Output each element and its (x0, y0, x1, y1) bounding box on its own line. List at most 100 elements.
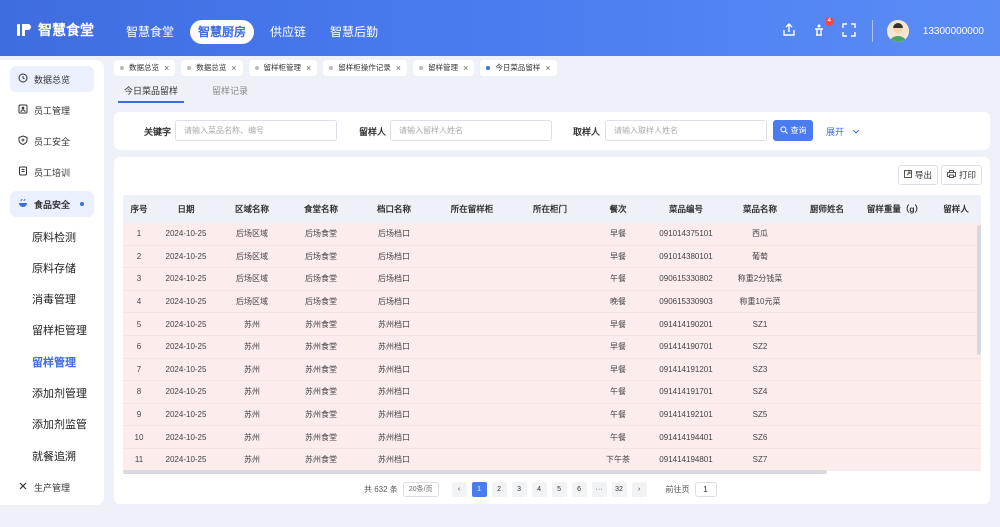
column-header: 食堂名称 (303, 204, 338, 214)
open-tab[interactable]: 数据总览 × (114, 60, 176, 76)
clock-icon (18, 73, 28, 85)
table-cell: 091414191701 (659, 387, 713, 397)
open-tab[interactable]: 数据总览 × (181, 60, 243, 76)
close-icon[interactable]: × (231, 60, 236, 76)
top-nav-item[interactable]: 供应链 (262, 20, 314, 44)
table-cell: 后场区域 (236, 229, 268, 239)
sampler-input[interactable]: 请输入留样人姓名 (390, 120, 552, 141)
vertical-scrollbar[interactable] (977, 225, 981, 355)
filter-panel: 关键字 请输入菜品名称、编号 留样人 请输入留样人姓名 取样人 请输入取样人姓名… (114, 112, 990, 150)
table-cell: 葡萄 (752, 251, 768, 261)
page-size-select[interactable]: 20条/页 (402, 482, 439, 497)
close-icon[interactable]: × (545, 60, 550, 76)
table-row[interactable]: 1 2024-10-25 后场区域 后场食堂 后场档口 早餐 091014375101 西瓜 (123, 223, 981, 246)
table-cell: 苏州 (244, 455, 260, 465)
top-nav-item[interactable]: 智慧食堂 (118, 20, 182, 44)
table-cell: 苏州食堂 (305, 364, 337, 374)
table-row[interactable]: 3 2024-10-25 后场区域 后场食堂 后场档口 午餐 090615330802 称重2… (123, 268, 981, 291)
sidebar-sub-sample-management[interactable]: 留样管理 (32, 354, 76, 370)
active-dot (80, 202, 84, 206)
taker-input[interactable]: 请输入取样人姓名 (605, 120, 767, 141)
close-icon[interactable]: × (306, 60, 311, 76)
user-phone[interactable]: 13300000000 (923, 26, 984, 37)
table-row[interactable]: 9 2024-10-25 苏州 苏州食堂 苏州档口 午餐 091414192101 SZ5 (123, 403, 981, 427)
page-button[interactable]: 4 (531, 482, 547, 497)
sidebar-sub-disinfection[interactable]: 消毒管理 (32, 291, 76, 307)
subtab-today-samples[interactable]: 今日菜品留样 (118, 84, 185, 103)
table-row[interactable]: 5 2024-10-25 苏州 苏州食堂 苏州档口 早餐 091414190201 SZ1 (123, 313, 981, 336)
column-header: 日期 (177, 204, 195, 214)
table-row[interactable]: 2 2024-10-25 后场区域 后场食堂 后场档口 早餐 091014380101 葡萄 (123, 245, 981, 269)
logo-icon (16, 22, 32, 38)
sidebar-sub-sample-cabinet[interactable]: 留样柜管理 (32, 322, 87, 338)
keyword-input[interactable]: 请输入菜品名称、编号 (175, 120, 337, 141)
table-cell: 苏州食堂 (305, 455, 337, 465)
notification-icon[interactable]: 4 (812, 17, 834, 39)
fullscreen-icon[interactable] (842, 23, 858, 39)
table-cell: 苏州食堂 (305, 410, 337, 420)
sidebar-item-production[interactable]: 生产管理 (10, 474, 94, 500)
tab-dot (254, 66, 259, 70)
page-button[interactable]: 2 (491, 482, 507, 497)
tab-label: 留样柜操作记录 (338, 63, 391, 72)
open-tab[interactable]: 留样柜管理 × (248, 60, 318, 76)
open-tab[interactable]: 留样柜操作记录 × (323, 60, 408, 76)
sidebar-sub-additive[interactable]: 添加剂管理 (32, 385, 87, 401)
table-cell: 早餐 (610, 319, 626, 329)
sub-tabs: 今日菜品留样 留样记录 (118, 84, 254, 103)
table-cell: 苏州 (244, 319, 260, 329)
query-label: 查询 (790, 126, 807, 135)
open-tab[interactable]: 今日菜品留样 × (480, 60, 557, 76)
table-cell: 后场区域 (236, 274, 268, 284)
sidebar-item-label: 食品安全 (34, 199, 71, 210)
page-button[interactable]: 5 (551, 482, 567, 497)
table-row[interactable]: 7 2024-10-25 苏州 苏州食堂 苏州档口 早餐 091414191201 SZ3 (123, 358, 981, 382)
table-cell: 西瓜 (752, 229, 768, 239)
table-row[interactable]: 6 2024-10-25 苏州 苏州食堂 苏州档口 早餐 091414190701 SZ2 (123, 335, 981, 359)
export-button[interactable]: 导出 (898, 165, 939, 185)
table-row[interactable]: 8 2024-10-25 苏州 苏州食堂 苏州档口 午餐 091414191701 SZ4 (123, 381, 981, 404)
sidebar-item-overview[interactable]: 数据总览 (10, 66, 94, 92)
next-page-button[interactable]: › (631, 482, 647, 497)
sidebar-sub-ingredient-storage[interactable]: 原料存储 (32, 260, 76, 276)
sidebar-sub-additive-supervision[interactable]: 添加剂监管 (32, 416, 87, 432)
table-row[interactable]: 10 2024-10-25 苏州 苏州食堂 苏州档口 午餐 091414194401 SZ6 (123, 426, 981, 449)
export-label: 导出 (915, 170, 933, 180)
close-icon[interactable]: × (396, 60, 401, 76)
table-row[interactable]: 11 2024-10-25 苏州 苏州食堂 苏州档口 下午茶 091414194801 SZ7 (123, 448, 981, 471)
search-icon (779, 125, 788, 136)
horizontal-scrollbar[interactable] (123, 470, 827, 474)
table-cell: 下午茶 (606, 455, 630, 465)
tab-label: 数据总览 (196, 63, 227, 72)
sidebar-item-staff-safety[interactable]: 员工安全 (10, 128, 94, 154)
sidebar-sub-ingredient-test[interactable]: 原料检测 (32, 229, 76, 245)
page-button[interactable]: 6 (571, 482, 587, 497)
app-logo[interactable]: 智慧食堂 (16, 20, 94, 40)
top-nav-item[interactable]: 智慧厨房 (190, 20, 255, 44)
subtab-sample-records[interactable]: 留样记录 (206, 84, 254, 103)
table-cell: 后场食堂 (305, 297, 337, 307)
close-icon[interactable]: × (463, 60, 468, 76)
avatar[interactable] (886, 20, 909, 42)
page-button[interactable]: 1 (471, 482, 487, 497)
goto-page-input[interactable]: 1 (694, 482, 717, 497)
tab-label: 留样柜管理 (263, 63, 302, 72)
open-tab[interactable]: 留样管理 × (413, 60, 475, 76)
print-button[interactable]: 打印 (941, 165, 983, 185)
page-button[interactable]: 3 (511, 482, 527, 497)
table-cell: SZ2 (752, 342, 768, 352)
query-button[interactable]: 查询 (773, 120, 813, 141)
prev-page-button[interactable]: ‹ (451, 482, 467, 497)
sidebar-item-staff[interactable]: 员工管理 (10, 97, 94, 123)
expand-button[interactable]: 展开 (826, 125, 860, 138)
table-row[interactable]: 4 2024-10-25 后场区域 后场食堂 后场档口 晚餐 090615330903 称重1… (123, 290, 981, 314)
page-button[interactable]: 32 (611, 482, 627, 497)
top-nav-item[interactable]: 智慧后勤 (322, 20, 386, 44)
sidebar-sub-dining-trace[interactable]: 就餐追溯 (32, 448, 76, 464)
page-button[interactable]: ··· (591, 482, 607, 497)
column-header: 厨师姓名 (809, 204, 844, 214)
sidebar-item-food-safety[interactable]: 食品安全 (10, 191, 94, 217)
close-icon[interactable]: × (164, 60, 169, 76)
share-icon[interactable] (782, 23, 798, 39)
sidebar-item-training[interactable]: 员工培训 (10, 159, 94, 185)
